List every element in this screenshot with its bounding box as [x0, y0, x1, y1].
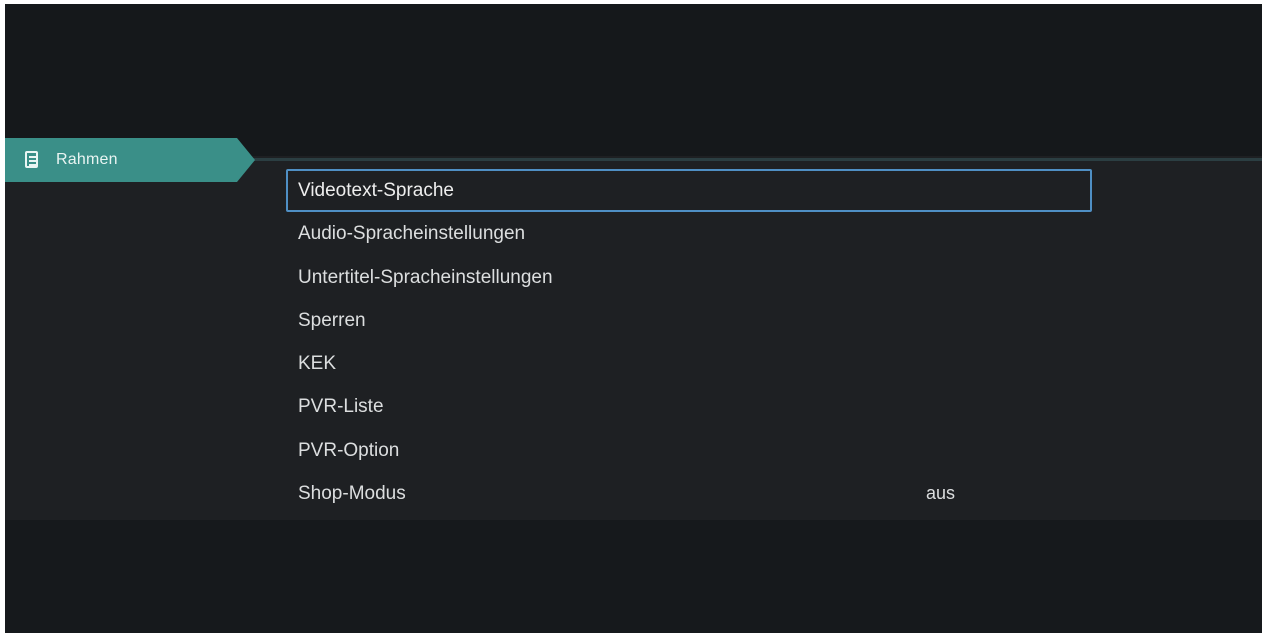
category-tab-background — [5, 138, 255, 182]
menu-item-pvr-option[interactable]: PVR-Option — [286, 429, 1092, 472]
tv-settings-screen: Rahmen Videotext-Sprache Audio-Sprachein… — [5, 4, 1262, 633]
menu-item-audio-spracheinstellungen[interactable]: Audio-Spracheinstellungen — [286, 212, 1092, 255]
settings-menu-list: Videotext-Sprache Audio-Spracheinstellun… — [286, 169, 1092, 515]
menu-item-kek[interactable]: KEK — [286, 342, 1092, 385]
menu-item-label: PVR-Liste — [298, 396, 384, 418]
menu-item-label: Sperren — [298, 309, 366, 331]
menu-item-shop-modus[interactable]: Shop-Modus aus — [286, 472, 1092, 515]
category-tab-rahmen[interactable]: Rahmen — [5, 138, 255, 182]
menu-item-label: Audio-Spracheinstellungen — [298, 223, 526, 245]
menu-item-label: Untertitel-Spracheinstellungen — [298, 266, 553, 288]
shop-modus-value: aus — [926, 483, 956, 504]
menu-item-untertitel-spracheinstellungen[interactable]: Untertitel-Spracheinstellungen — [286, 256, 1092, 299]
menu-item-pvr-liste[interactable]: PVR-Liste — [286, 385, 1092, 428]
header-area — [5, 4, 1262, 156]
document-list-icon — [25, 151, 41, 169]
footer-area — [5, 520, 1262, 633]
menu-item-label: Videotext-Sprache — [298, 180, 454, 201]
menu-item-label: Shop-Modus — [298, 483, 406, 505]
panel-divider — [240, 158, 1262, 161]
menu-item-videotext-sprache[interactable]: Videotext-Sprache — [286, 169, 1092, 213]
menu-item-label: PVR-Option — [298, 439, 400, 461]
menu-item-sperren[interactable]: Sperren — [286, 299, 1092, 342]
category-tab-label: Rahmen — [56, 151, 118, 168]
menu-item-label: KEK — [298, 353, 337, 375]
